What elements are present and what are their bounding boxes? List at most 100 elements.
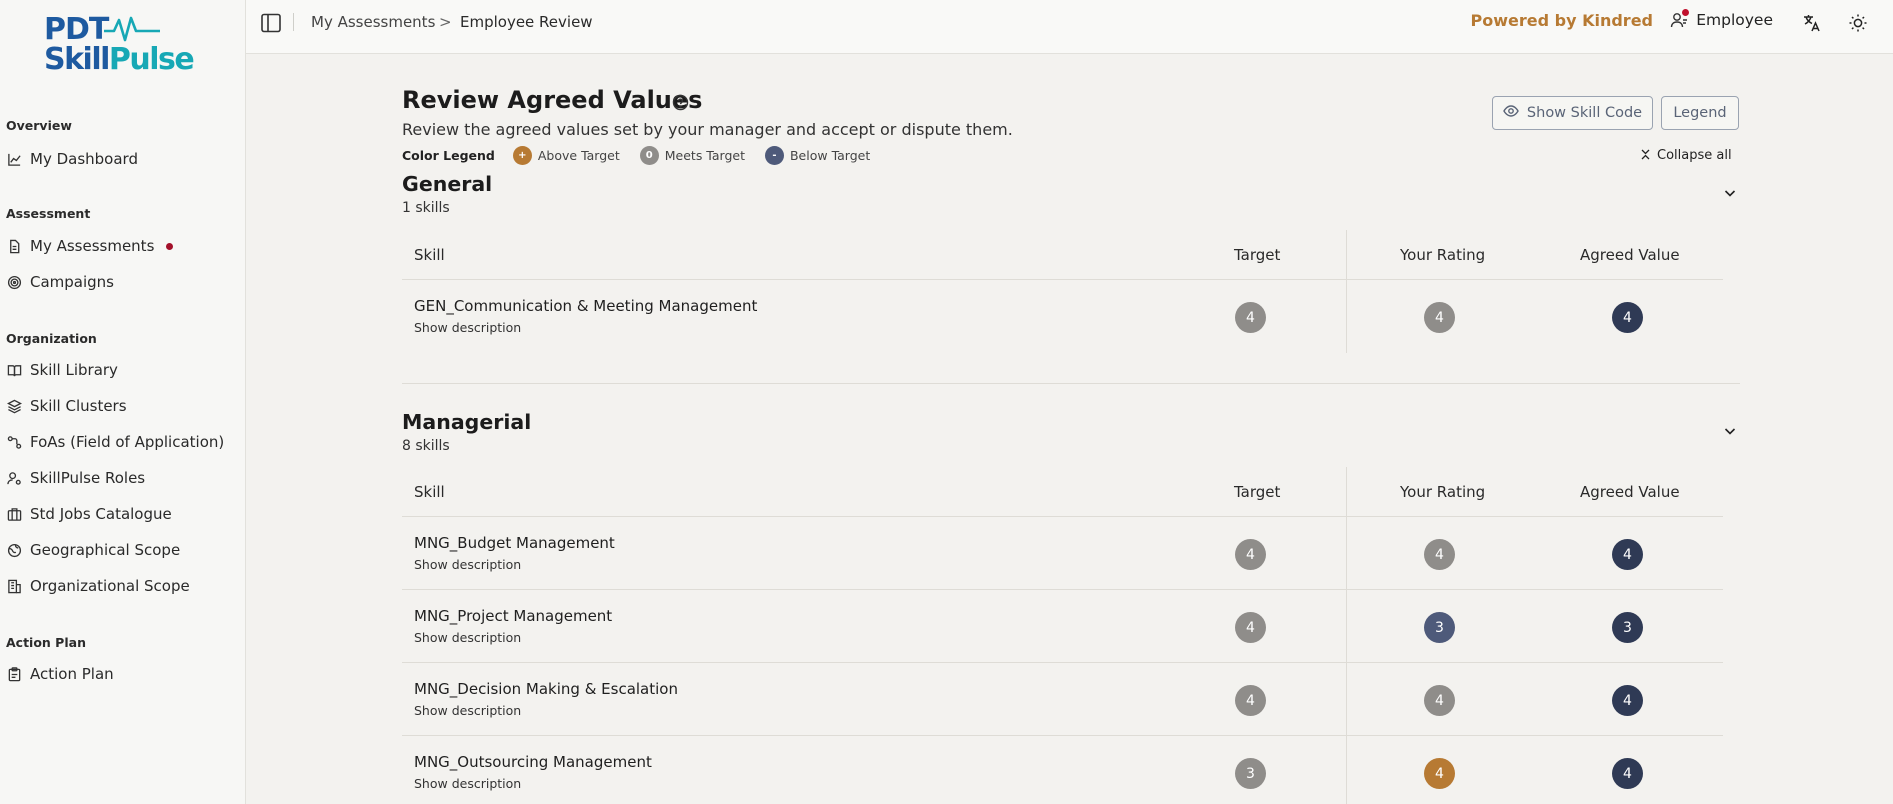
table-row: GEN_Communication & Meeting Management S… [402, 280, 1723, 353]
legend-button[interactable]: Legend [1661, 96, 1739, 130]
target-badge: 4 [1235, 612, 1266, 643]
user-icon [1670, 9, 1690, 29]
sidebar-item-label: Geographical Scope [30, 541, 181, 559]
sidebar-item-organizational-scope[interactable]: Organizational Scope [6, 573, 190, 599]
legend-meets-label: Meets Target [664, 148, 745, 163]
rating-badge: 4 [1424, 758, 1455, 789]
legend-above-chip: + [512, 146, 532, 165]
sidebar-item-label: Campaigns [30, 273, 115, 291]
chart-line-icon [6, 151, 22, 167]
show-description-link[interactable]: Show description [414, 776, 521, 791]
skill-name: MNG_Decision Making & Escalation [414, 680, 678, 698]
sidebar-item-my-assessments[interactable]: My Assessments [6, 233, 174, 259]
sidebar-item-geographical-scope[interactable]: Geographical Scope [6, 537, 180, 563]
sidebar-toggle-icon[interactable] [260, 12, 282, 34]
help-circle-icon[interactable] [672, 94, 689, 111]
legend-below-label: Below Target [789, 148, 871, 163]
briefcase-icon [6, 506, 22, 522]
nav-section-assessment: Assessment [6, 206, 91, 221]
sun-icon[interactable] [1847, 12, 1869, 34]
powered-by-text: Powered by Kindred [1470, 11, 1654, 30]
sidebar-item-label: My Assessments [30, 237, 155, 255]
sidebar-item-action-plan[interactable]: Action Plan [6, 661, 114, 687]
sidebar: PDT SkillPulse Overview My Dashboard Ass… [0, 0, 246, 804]
breadcrumb-employee-review: Employee Review [460, 13, 593, 31]
sidebar-item-skill-clusters[interactable]: Skill Clusters [6, 393, 127, 419]
sidebar-item-label: SkillPulse Roles [30, 469, 146, 487]
table-row: MNG_Budget Management Show description 4… [402, 517, 1723, 590]
legend-below-chip: - [764, 146, 784, 165]
section-title-managerial: Managerial [402, 410, 532, 434]
topbar-divider [293, 13, 294, 31]
show-description-link[interactable]: Show description [414, 320, 521, 335]
rating-badge: 3 [1424, 612, 1455, 643]
agreed-badge: 4 [1612, 685, 1643, 716]
collapse-all-label: Collapse all [1657, 148, 1732, 163]
logo-text-skillpulse: SkillPulse [44, 42, 195, 77]
pulse-wave-icon [104, 16, 160, 42]
breadcrumb-my-assessments[interactable]: My Assessments [311, 12, 435, 32]
agreed-badge: 4 [1612, 539, 1643, 570]
workflow-icon [6, 434, 22, 450]
table-header: Skill Target Your Rating Agreed Value [402, 230, 1723, 280]
target-badge: 4 [1235, 539, 1266, 570]
sidebar-item-std-jobs-catalogue[interactable]: Std Jobs Catalogue [6, 501, 172, 527]
sidebar-item-label: Action Plan [30, 665, 114, 683]
nav-section-overview: Overview [6, 118, 72, 133]
nav-section-action-plan: Action Plan [6, 635, 86, 650]
rating-badge: 4 [1424, 302, 1455, 333]
skill-name: GEN_Communication & Meeting Management [414, 297, 758, 315]
collapse-all-button[interactable]: Collapse all [1640, 148, 1732, 163]
skillpulse-logo[interactable]: PDT SkillPulse [44, 12, 195, 78]
target-badge: 4 [1235, 685, 1266, 716]
target-icon [6, 274, 22, 290]
show-description-link[interactable]: Show description [414, 703, 521, 718]
table-header: Skill Target Your Rating Agreed Value [402, 467, 1723, 517]
color-legend: Color Legend + Above Target 0 Meets Targ… [402, 146, 890, 165]
sidebar-item-label: My Dashboard [30, 150, 138, 168]
table-row: MNG_Decision Making & Escalation Show de… [402, 663, 1723, 736]
skill-name: MNG_Project Management [414, 607, 613, 625]
sidebar-item-my-dashboard[interactable]: My Dashboard [6, 146, 138, 172]
sidebar-item-label: Std Jobs Catalogue [30, 505, 172, 523]
user-role-label: Employee [1696, 11, 1773, 29]
show-skill-code-label: Show Skill Code [1526, 105, 1643, 121]
book-icon [6, 362, 22, 378]
sidebar-item-label: Skill Clusters [30, 397, 127, 415]
layers-icon [6, 398, 22, 414]
topbar: My Assessments > Employee Review Powered… [246, 0, 1893, 54]
sidebar-item-foas[interactable]: FoAs (Field of Application) [6, 429, 224, 455]
sidebar-item-label: FoAs (Field of Application) [30, 433, 225, 451]
section-title-general: General [402, 172, 493, 196]
sidebar-item-campaigns[interactable]: Campaigns [6, 269, 114, 295]
table-row: MNG_Outsourcing Management Show descript… [402, 736, 1723, 804]
show-skill-code-button[interactable]: Show Skill Code [1492, 96, 1653, 130]
agreed-badge: 3 [1612, 612, 1643, 643]
translate-icon[interactable] [1801, 12, 1823, 34]
column-header-agreed-value: Agreed Value [1580, 246, 1680, 264]
column-header-skill: Skill [414, 246, 445, 264]
rating-badge: 4 [1424, 685, 1455, 716]
globe-icon [6, 542, 22, 558]
show-description-link[interactable]: Show description [414, 557, 521, 572]
sidebar-item-skillpulse-roles[interactable]: SkillPulse Roles [6, 465, 145, 491]
table-row: MNG_Project Management Show description … [402, 590, 1723, 663]
user-cog-icon [6, 470, 22, 486]
color-legend-label: Color Legend [402, 148, 495, 163]
sidebar-item-skill-library[interactable]: Skill Library [6, 357, 118, 383]
target-badge: 4 [1235, 302, 1266, 333]
rating-badge: 4 [1424, 539, 1455, 570]
eye-icon [1503, 103, 1519, 123]
column-header-your-rating: Your Rating [1400, 483, 1486, 501]
user-role-menu[interactable]: Employee [1670, 9, 1773, 29]
clipboard-icon [6, 666, 22, 682]
column-header-skill: Skill [414, 483, 445, 501]
column-header-agreed-value: Agreed Value [1580, 483, 1680, 501]
page-subtitle: Review the agreed values set by your man… [402, 120, 1013, 139]
chevron-down-icon[interactable] [1722, 423, 1738, 439]
chevron-down-icon[interactable] [1722, 185, 1738, 201]
show-description-link[interactable]: Show description [414, 630, 521, 645]
agreed-badge: 4 [1612, 302, 1643, 333]
column-header-your-rating: Your Rating [1400, 246, 1486, 264]
section-count-general: 1 skills [402, 200, 450, 216]
